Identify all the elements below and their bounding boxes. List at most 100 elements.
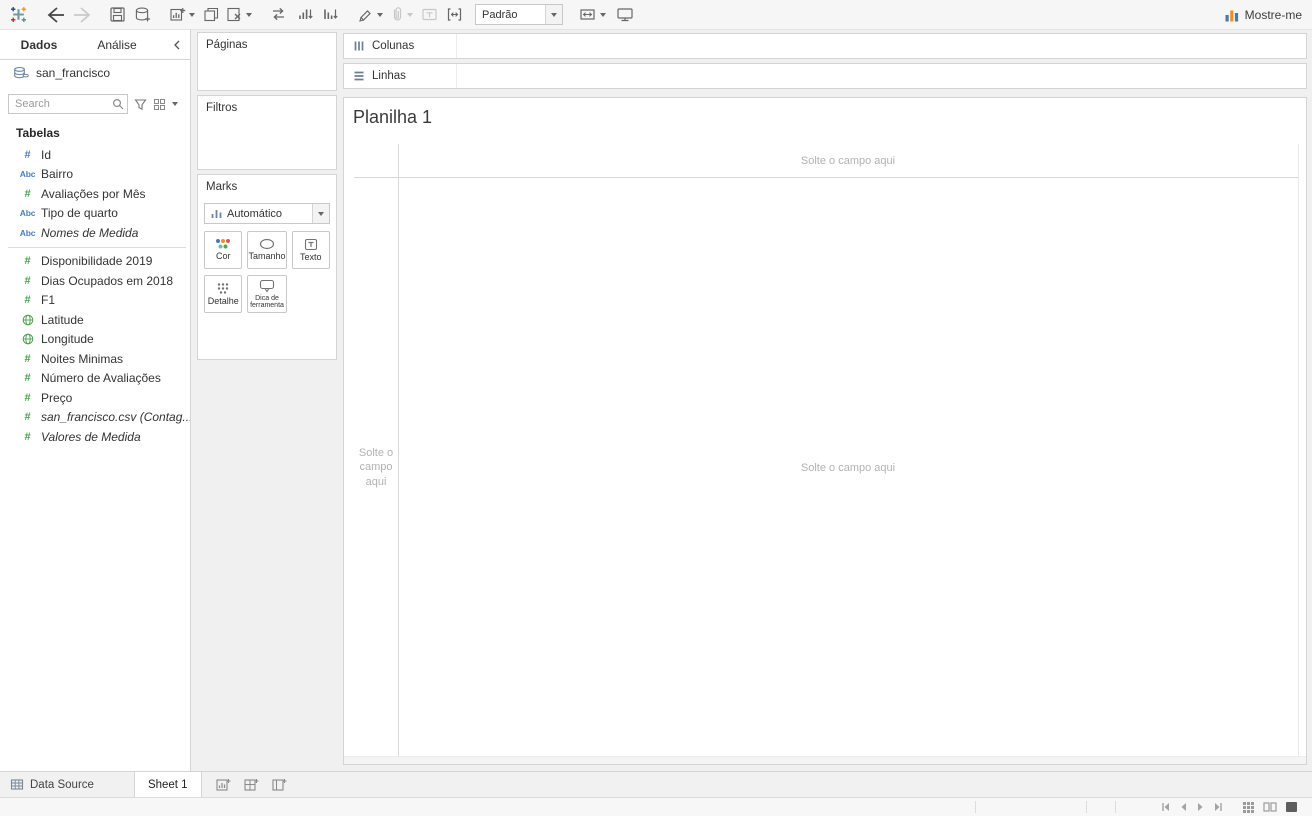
view-options-icon[interactable] (153, 98, 166, 111)
data-source-tab-label: Data Source (30, 778, 94, 791)
filters-card[interactable]: Filtros (197, 95, 337, 170)
search-input[interactable] (8, 94, 128, 114)
new-worksheet-tab-button[interactable] (210, 772, 238, 797)
sort-descending-button[interactable] (322, 6, 339, 23)
field-item-longitude[interactable]: Longitude (0, 330, 190, 350)
rows-shelf[interactable]: Linhas (343, 63, 1307, 89)
field-label: Avaliações por Mês (41, 186, 146, 201)
first-sheet-button[interactable] (1156, 802, 1175, 812)
filmstrip-view-button[interactable] (1259, 801, 1281, 813)
field-label: Número de Avaliações (41, 371, 161, 386)
main-toolbar: Padrão Mostre-me (0, 0, 1312, 30)
group-members-button[interactable] (389, 6, 413, 23)
text-button[interactable]: Texto (291, 231, 330, 269)
globe-icon (14, 314, 41, 326)
new-story-button[interactable] (266, 772, 294, 797)
color-button-label: Cor (215, 251, 231, 262)
field-label: F1 (41, 293, 56, 308)
data-source-tab[interactable]: Data Source (0, 772, 104, 797)
field-item-valores-de-medida[interactable]: # Valores de Medida (0, 427, 190, 447)
group-members-caret[interactable] (407, 12, 413, 17)
highlight-button[interactable] (357, 6, 383, 23)
swap-axes-icon (273, 7, 284, 21)
save-button[interactable] (109, 6, 126, 23)
field-item-latitude[interactable]: Latitude (0, 310, 190, 330)
redo-button[interactable] (71, 5, 95, 25)
field-item-id[interactable]: # Id (0, 145, 190, 165)
columns-shelf[interactable]: Colunas (343, 33, 1307, 59)
format-dropdown-caret[interactable] (545, 5, 562, 24)
presentation-mode-button[interactable] (616, 6, 634, 23)
drop-zone-rows[interactable]: Solte o campo aqui (354, 177, 398, 758)
undo-button[interactable] (43, 5, 67, 25)
tables-section-title: Tabelas (16, 126, 60, 140)
new-story-icon (272, 778, 287, 791)
new-worksheet-button[interactable] (169, 6, 195, 23)
color-button[interactable]: Cor (204, 231, 243, 269)
detail-button[interactable]: Detalhe (204, 275, 243, 313)
tooltip-icon (259, 279, 275, 293)
clear-sheet-caret[interactable] (246, 12, 252, 17)
show-me-button[interactable]: Mostre-me (1224, 7, 1302, 23)
show-tabs-button[interactable] (1281, 801, 1302, 813)
field-item-nomes-de-medida[interactable]: Abc Nomes de Medida (0, 223, 190, 243)
fit-button[interactable] (579, 6, 606, 23)
field-label: Preço (41, 390, 73, 405)
filter-fields-icon[interactable] (134, 98, 147, 111)
field-item-preco[interactable]: # Preço (0, 388, 190, 408)
sort-ascending-button[interactable] (297, 6, 314, 23)
fit-caret[interactable] (600, 12, 606, 17)
field-item-dias-ocupados-2018[interactable]: # Dias Ocupados em 2018 (0, 271, 190, 291)
fix-axes-button[interactable] (446, 6, 463, 23)
field-item-count[interactable]: # san_francisco.csv (Contag... (0, 408, 190, 428)
new-worksheet-icon (170, 8, 186, 21)
field-item-noites-minimas[interactable]: # Noites Minimas (0, 349, 190, 369)
view-options-caret[interactable] (172, 102, 178, 106)
mark-type-caret[interactable] (312, 204, 329, 223)
show-mark-labels-button[interactable] (421, 6, 438, 23)
size-button[interactable]: Tamanho (247, 231, 287, 269)
data-source-connection[interactable]: san_francisco (0, 60, 190, 86)
sheet-title: Planilha 1 (353, 107, 433, 127)
new-worksheet-caret[interactable] (189, 12, 195, 17)
tab-analytics[interactable]: Análise (78, 30, 156, 59)
detail-button-label: Detalhe (207, 295, 239, 306)
field-item-f1[interactable]: # F1 (0, 291, 190, 311)
field-item-disponibilidade-2019[interactable]: # Disponibilidade 2019 (0, 252, 190, 272)
field-item-avaliacoes-por-mes[interactable]: # Avaliações por Mês (0, 184, 190, 204)
new-dashboard-button[interactable] (238, 772, 266, 797)
field-label: Tipo de quarto (41, 206, 118, 221)
previous-sheet-button[interactable] (1175, 802, 1192, 812)
connection-name: san_francisco (36, 66, 111, 80)
detail-icon (218, 283, 229, 294)
worksheet-canvas[interactable]: Planilha 1 Solte o campo aqui Solte o ca… (343, 97, 1307, 765)
drop-zone-columns[interactable]: Solte o campo aqui (398, 144, 1298, 177)
duplicate-button[interactable] (203, 6, 220, 23)
pages-card[interactable]: Páginas (197, 32, 337, 91)
drop-zone-view[interactable]: Solte o campo aqui (398, 177, 1298, 758)
tab-data[interactable]: Dados (0, 30, 78, 59)
collapse-pane-button[interactable] (164, 30, 190, 59)
swap-axes-button[interactable] (270, 6, 287, 23)
next-sheet-button[interactable] (1192, 802, 1209, 812)
rows-shelf-well[interactable] (457, 64, 1306, 88)
horizontal-scrollbar[interactable] (344, 756, 1306, 764)
tooltip-button[interactable]: Dica de ferramenta (247, 275, 287, 313)
field-item-tipo-de-quarto[interactable]: Abc Tipo de quarto (0, 204, 190, 224)
field-item-bairro[interactable]: Abc Bairro (0, 165, 190, 185)
sheet-tab-1[interactable]: Sheet 1 (133, 772, 202, 797)
sheet-sorter-button[interactable] (1238, 801, 1259, 814)
redo-icon (74, 6, 91, 23)
field-item-numero-de-avaliacoes[interactable]: # Número de Avaliações (0, 369, 190, 389)
columns-shelf-well[interactable] (457, 34, 1306, 58)
clear-sheet-button[interactable] (226, 6, 252, 23)
last-sheet-button[interactable] (1209, 802, 1228, 812)
new-data-source-button[interactable] (134, 6, 151, 23)
show-mark-labels-icon (422, 8, 437, 21)
highlight-caret[interactable] (377, 12, 383, 17)
fit-icon (580, 9, 595, 20)
mark-type-dropdown[interactable]: Automático (204, 203, 330, 224)
show-tabs-icon (1286, 802, 1297, 812)
format-dropdown[interactable]: Padrão (475, 4, 563, 25)
new-data-source-icon (135, 7, 150, 22)
